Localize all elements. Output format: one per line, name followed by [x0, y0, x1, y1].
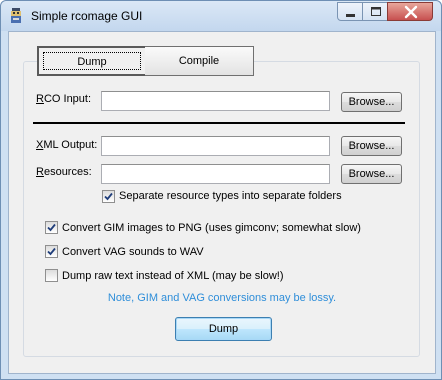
tab-dump[interactable]: Dump — [37, 46, 147, 76]
app-window: Simple rcomage GUI Dump Compile RCO Inpu… — [0, 0, 442, 380]
maximize-button[interactable] — [362, 2, 388, 21]
minimize-icon — [346, 14, 355, 17]
minimize-button[interactable] — [337, 2, 363, 21]
separate-resources-label[interactable]: Separate resource types into separate fo… — [119, 190, 342, 202]
tab-compile-label: Compile — [178, 55, 220, 67]
rco-input-label: RCO Input: — [36, 93, 92, 105]
dump-button[interactable]: Dump — [175, 317, 272, 341]
dump-raw-text-label[interactable]: Dump raw text instead of XML (may be slo… — [62, 270, 284, 282]
checkmark-icon — [104, 192, 113, 201]
checkmark-icon — [47, 223, 56, 232]
resources-field[interactable] — [101, 164, 330, 184]
rco-input-browse-button[interactable]: Browse... — [341, 92, 402, 112]
close-icon — [404, 5, 418, 19]
separate-resources-checkbox[interactable] — [102, 190, 115, 203]
xml-output-label: XML Output: — [36, 139, 98, 151]
tab-focus-rect — [43, 52, 141, 70]
lossy-conversion-note: Note, GIM and VAG conversions may be los… — [107, 292, 337, 304]
tab-compile[interactable]: Compile — [145, 46, 254, 76]
window-title: Simple rcomage GUI — [31, 9, 143, 23]
resources-label: Resources: — [36, 166, 92, 178]
convert-gim-checkbox[interactable] — [45, 221, 58, 234]
maximize-icon — [371, 7, 381, 16]
dump-raw-text-checkbox[interactable] — [45, 269, 58, 282]
rco-input-field[interactable] — [101, 91, 330, 111]
resources-browse-button[interactable]: Browse... — [341, 164, 402, 184]
checkmark-icon — [47, 247, 56, 256]
xml-output-browse-button[interactable]: Browse... — [341, 136, 402, 156]
convert-vag-checkbox[interactable] — [45, 245, 58, 258]
xml-output-field[interactable] — [101, 136, 330, 156]
convert-vag-label[interactable]: Convert VAG sounds to WAV — [62, 246, 204, 258]
convert-gim-label[interactable]: Convert GIM images to PNG (uses gimconv;… — [62, 222, 361, 234]
rcomage-app-icon[interactable] — [9, 7, 23, 24]
close-button[interactable] — [387, 2, 433, 21]
section-separator — [33, 122, 405, 124]
title-bar[interactable]: Simple rcomage GUI — [1, 1, 441, 31]
